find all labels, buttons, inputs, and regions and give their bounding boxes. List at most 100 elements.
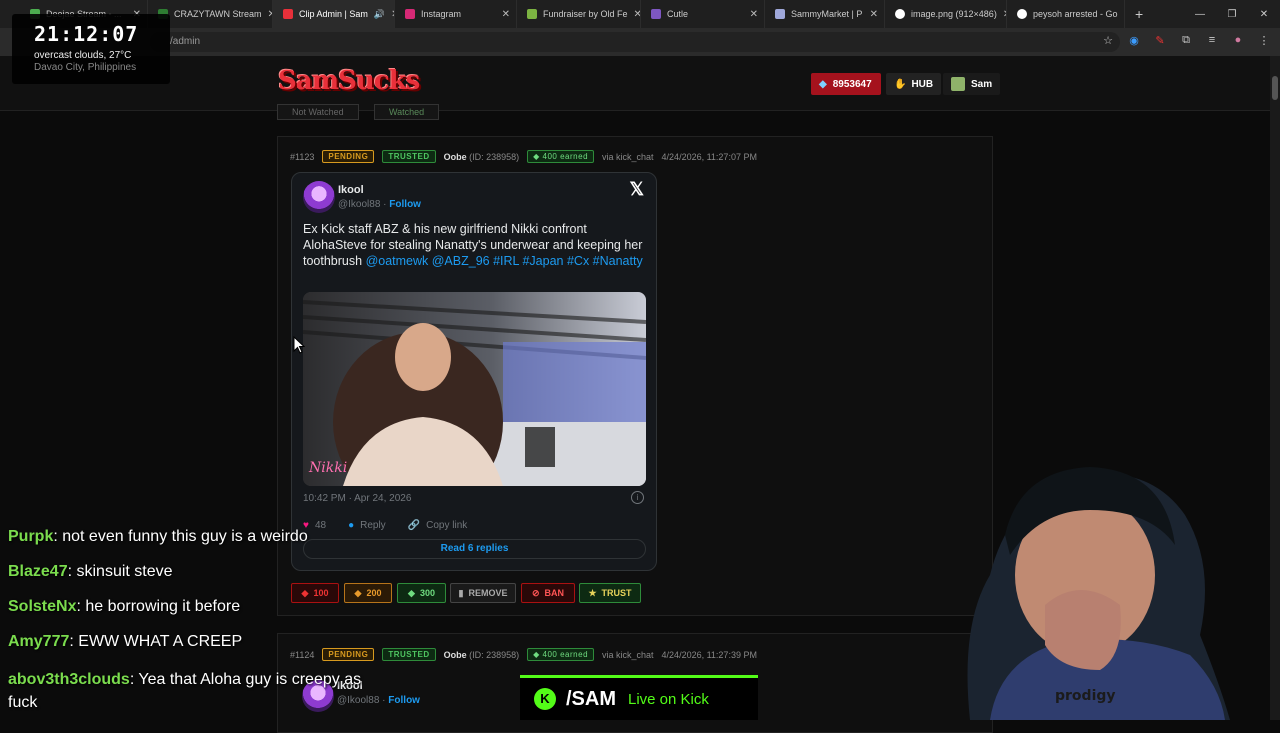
chat-user: abov3th3clouds: [8, 671, 130, 688]
chat-message: Purpk: not even funny this guy is a weir…: [0, 528, 370, 546]
mouse-cursor-icon: [293, 336, 305, 354]
follow-button[interactable]: Follow: [389, 199, 421, 210]
trust-label: TRUST: [601, 588, 632, 598]
gem-icon: ◆: [533, 152, 543, 161]
profile-avatar-icon[interactable]: ●: [1232, 34, 1244, 48]
extension-icon[interactable]: ◉: [1128, 34, 1140, 48]
clip-meta-row: #1123 PENDING TRUSTED Oobe (ID: 238958) …: [290, 150, 757, 163]
gem-icon: ◆: [533, 650, 543, 659]
close-icon[interactable]: ✕: [628, 9, 640, 20]
close-icon[interactable]: ✕: [997, 9, 1006, 20]
minimize-icon[interactable]: —: [1184, 0, 1216, 28]
tab-sammymarket[interactable]: SammyMarket | P ✕: [765, 0, 885, 28]
remove-label: REMOVE: [468, 588, 508, 598]
tab-favicon-icon: [651, 9, 661, 19]
tab-image[interactable]: image.png (912×486)✕: [885, 0, 1007, 28]
tweet-avatar[interactable]: [303, 181, 335, 213]
clock-overlay: 21:12:07 overcast clouds, 27°C Davao Cit…: [12, 14, 170, 84]
link-icon: 🔗: [407, 520, 421, 531]
follow-button[interactable]: Follow: [388, 695, 420, 706]
extensions-puzzle-icon[interactable]: ⧉: [1180, 34, 1192, 48]
clip-date: 4/24/2026, 11:27:07 PM: [661, 151, 757, 162]
svg-text:Nikki: Nikki: [308, 460, 347, 476]
hub-icon: ✋: [894, 78, 907, 90]
chat-message: Blaze47: skinsuit steve: [0, 563, 370, 581]
tab-label: Instagram: [421, 9, 462, 19]
tab-label: Fundraiser by Old Fe: [543, 9, 628, 19]
chat-text: : not even funny this guy is a weirdo: [53, 528, 308, 545]
tweet-links[interactable]: @oatmewk @ABZ_96 #IRL #Japan #Cx #Nanatt…: [366, 254, 643, 268]
chat-overlay: Purpk: not even funny this guy is a weir…: [0, 528, 370, 714]
avatar: [951, 77, 965, 91]
new-tab-icon[interactable]: +: [1135, 6, 1143, 22]
tweet-author-name[interactable]: Ikool: [338, 184, 364, 196]
site-logo[interactable]: SamSucks: [278, 66, 420, 96]
close-icon[interactable]: ✕: [496, 9, 510, 20]
tab-clip-admin[interactable]: Clip Admin | Sam 🔊✕: [273, 0, 395, 28]
address-input[interactable]: /admin: [150, 32, 1120, 52]
close-icon[interactable]: ✕: [744, 9, 758, 20]
trusted-badge: TRUSTED: [382, 648, 436, 661]
tweet-handle[interactable]: @Ikool88: [338, 199, 380, 210]
tab-label: CRAZYTAWN Stream: [174, 9, 262, 19]
tab-label: SammyMarket | P: [791, 9, 863, 19]
trust-button[interactable]: ★ TRUST: [579, 583, 641, 603]
speaker-icon[interactable]: 🔊: [374, 9, 385, 20]
clip-date: 4/24/2026, 11:27:39 PM: [661, 649, 757, 660]
scrollbar-thumb[interactable]: [1272, 76, 1278, 100]
tweet-embed: Ikool @Ikool88 · Follow 𝕏 Ex Kick staff …: [291, 172, 657, 571]
hub-button[interactable]: ✋ HUB: [886, 73, 942, 95]
browser-tab-bar: Deejae Stream - ...✕ CRAZYTAWN Stream✕ C…: [0, 0, 1280, 28]
user-menu[interactable]: Sam: [943, 73, 1001, 95]
remove-button[interactable]: ▮ REMOVE: [450, 583, 516, 603]
tweet-timestamp[interactable]: 10:42 PM · Apr 24, 2026: [303, 493, 411, 504]
close-icon[interactable]: ✕: [1118, 9, 1125, 20]
copy-link-button[interactable]: 🔗 Copy link: [408, 520, 468, 531]
media-controls-icon[interactable]: ≡: [1206, 34, 1218, 48]
submitter-name[interactable]: Oobe: [444, 650, 467, 660]
window-controls: — ❐ ✕: [1184, 0, 1280, 28]
tweet-text: Ex Kick staff ABZ & his new girlfriend N…: [303, 221, 649, 269]
close-icon[interactable]: ✕: [385, 9, 394, 20]
live-channel: /SAM: [566, 687, 616, 710]
scrollbar[interactable]: [1270, 56, 1280, 720]
more-menu-icon[interactable]: ⋮: [1258, 34, 1270, 48]
info-icon[interactable]: i: [631, 491, 644, 504]
gem-icon: ◆: [819, 78, 827, 90]
ban-button[interactable]: ⊘ BAN: [521, 583, 575, 603]
filter-watched[interactable]: Watched: [374, 104, 440, 120]
chat-user: Blaze47: [8, 563, 68, 580]
earned-badge: ◆ 400 earned: [527, 150, 595, 163]
filter-not-watched[interactable]: Not Watched: [277, 104, 359, 120]
earned-value: 400 earned: [542, 650, 589, 659]
tab-fundraiser[interactable]: Fundraiser by Old Fe✕: [517, 0, 641, 28]
x-logo-icon[interactable]: 𝕏: [629, 179, 644, 200]
earned-value: 400 earned: [542, 152, 589, 161]
close-icon[interactable]: ✕: [864, 9, 878, 20]
points-value: 8953647: [832, 78, 872, 90]
site-header: SamSucks ◆ 8953647 ✋ HUB Sam: [0, 56, 1270, 111]
submitter-id: (ID: 238958): [469, 151, 520, 162]
award-300-button[interactable]: ◆ 300: [397, 583, 446, 603]
clock-time: 21:12:07: [34, 22, 139, 46]
tweet-video[interactable]: Nikki: [303, 292, 646, 486]
gem-icon: ◆: [408, 587, 415, 598]
points-badge[interactable]: ◆ 8953647: [811, 73, 881, 95]
ban-label: BAN: [544, 588, 565, 598]
submitter-name[interactable]: Oobe: [444, 152, 467, 162]
tab-instagram[interactable]: Instagram ✕: [395, 0, 517, 28]
chat-text: : he borrowing it before: [76, 598, 241, 615]
kick-logo-icon: K: [534, 688, 556, 710]
close-window-icon[interactable]: ✕: [1248, 0, 1280, 28]
tab-favicon-icon: [775, 9, 785, 19]
maximize-icon[interactable]: ❐: [1216, 0, 1248, 28]
svg-text:prodigy: prodigy: [1055, 688, 1116, 704]
copy-label: Copy link: [426, 520, 468, 531]
tab-cutle[interactable]: Cutle ✕: [641, 0, 765, 28]
tab-google[interactable]: peysoh arrested - Go✕: [1007, 0, 1125, 28]
bookmark-star-icon[interactable]: ☆: [1102, 34, 1114, 48]
close-icon[interactable]: ✕: [262, 9, 272, 20]
extension-icon[interactable]: ✎: [1154, 34, 1166, 48]
clip-id: #1123: [290, 151, 315, 162]
clip-source: via kick_chat: [602, 151, 654, 162]
